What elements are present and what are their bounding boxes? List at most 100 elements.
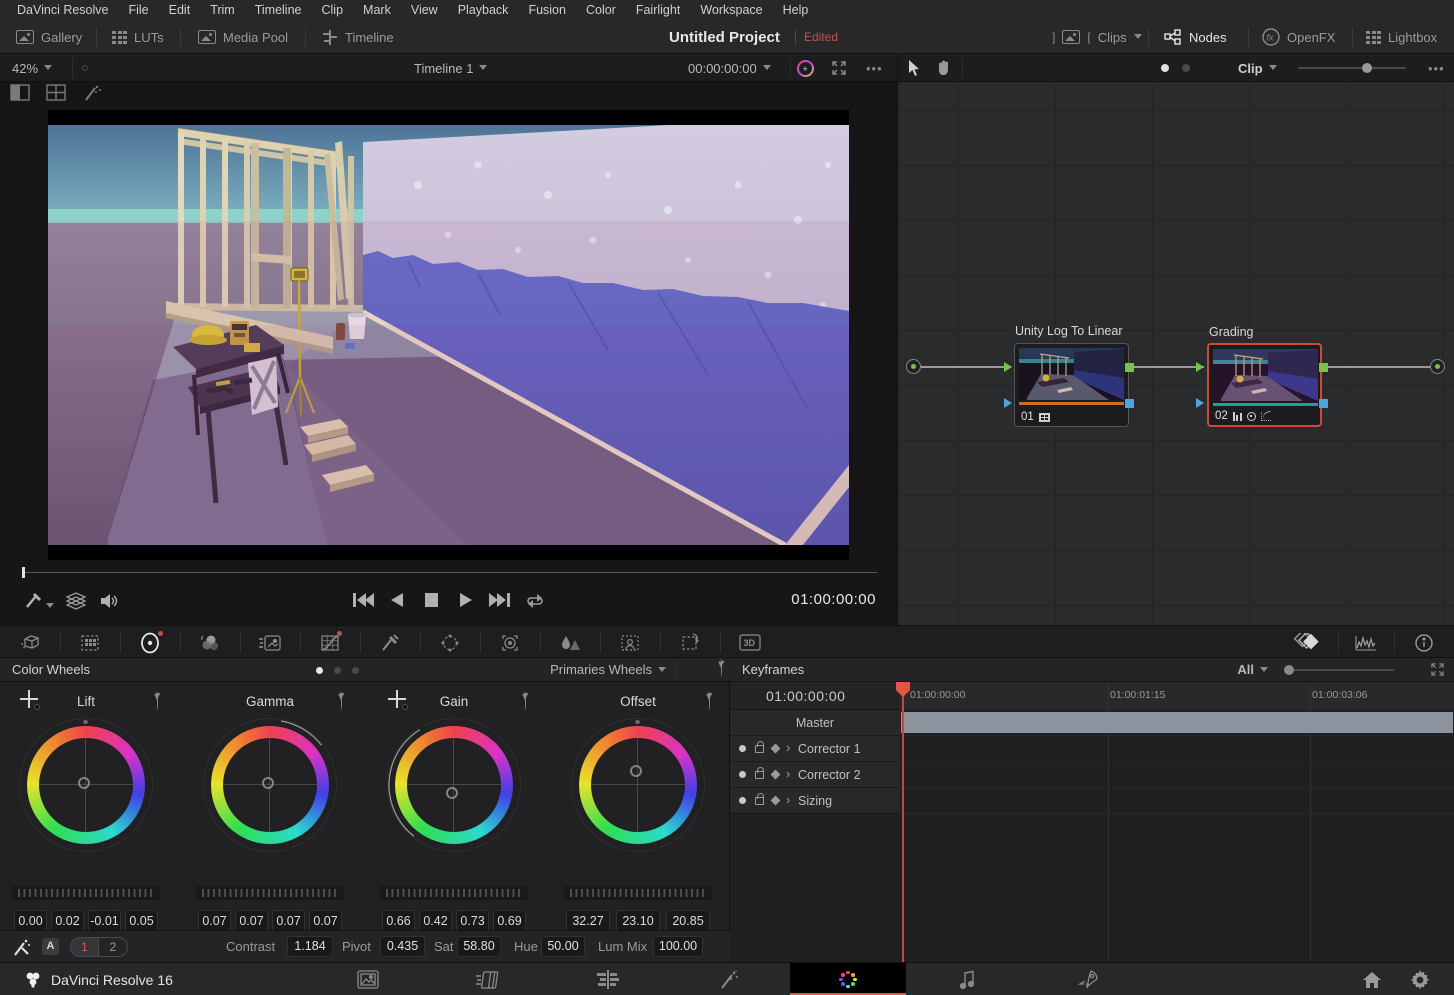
qualifier-tool[interactable] — [360, 626, 420, 659]
timeline-selector[interactable]: Timeline 1 — [414, 54, 487, 82]
keyframe-row-corrector2[interactable]: › Corrector 2 — [730, 762, 900, 788]
menu-item-mark[interactable]: Mark — [354, 3, 400, 17]
gamma-g-value[interactable]: 0.07 — [272, 910, 305, 932]
lock-icon[interactable] — [755, 797, 764, 805]
power-window-tool[interactable] — [420, 626, 480, 659]
auto-button[interactable]: A — [42, 938, 59, 955]
master-clip-bar[interactable] — [901, 712, 1453, 733]
node-02-grading[interactable]: Grading — [1207, 343, 1322, 427]
gain-b-value[interactable]: 0.69 — [493, 910, 526, 932]
page-dot-1[interactable] — [1161, 64, 1169, 72]
gallery-button[interactable]: Gallery — [16, 20, 82, 54]
node-graph-canvas[interactable]: Unity Log To Linear — [898, 82, 1454, 625]
lift-g-value[interactable]: -0.01 — [88, 910, 121, 932]
offset-master-wheel[interactable] — [564, 886, 712, 900]
page-fusion[interactable] — [670, 963, 786, 995]
keyframe-diamond-icon[interactable] — [771, 744, 781, 754]
enable-dot-icon[interactable] — [739, 771, 746, 778]
gain-wheel-puck[interactable] — [446, 787, 458, 799]
go-to-start-button[interactable] — [352, 592, 374, 613]
contrast-value[interactable]: 1.184 — [287, 936, 333, 957]
go-to-end-button[interactable] — [489, 592, 511, 613]
select-tool-icon[interactable] — [908, 59, 921, 77]
output-node[interactable] — [1430, 359, 1445, 374]
key-input-port[interactable] — [1196, 398, 1204, 408]
stop-button[interactable] — [424, 592, 439, 613]
gamma-wheel-puck[interactable] — [262, 777, 274, 789]
picker-dropdown-caret[interactable] — [46, 597, 54, 615]
rgb-input-port[interactable] — [1196, 362, 1204, 372]
color-match-tool[interactable] — [60, 626, 120, 659]
lift-b-value[interactable]: 0.05 — [125, 910, 158, 932]
key-output-port[interactable] — [1319, 399, 1328, 408]
source-input-node[interactable] — [906, 359, 921, 374]
menu-item-color[interactable]: Color — [577, 3, 625, 17]
page-fairlight[interactable] — [910, 963, 1026, 995]
blur-tool[interactable] — [540, 626, 600, 659]
keyframe-row-sizing[interactable]: › Sizing — [730, 788, 900, 814]
menu-item-clip[interactable]: Clip — [313, 3, 353, 17]
gamma-b-value[interactable]: 0.07 — [309, 910, 342, 932]
lift-reset-button[interactable] — [156, 692, 158, 710]
enable-dot-icon[interactable] — [739, 745, 746, 752]
offset-color-wheel[interactable] — [579, 726, 697, 844]
menu-item-app[interactable]: DaVinci Resolve — [8, 3, 117, 17]
offset-r-value[interactable]: 32.27 — [566, 910, 610, 932]
menu-item-playback[interactable]: Playback — [449, 3, 518, 17]
expand-chevron-icon[interactable]: › — [786, 740, 790, 755]
hue-value[interactable]: 50.00 — [541, 936, 585, 957]
luts-button[interactable]: LUTs — [112, 20, 164, 54]
lift-r-value[interactable]: 0.02 — [51, 910, 84, 932]
scopes-toggle[interactable] — [1338, 626, 1394, 659]
viewer-options-menu[interactable]: ••• — [866, 54, 883, 82]
timeline-button[interactable]: Timeline — [322, 20, 394, 54]
rgb-input-port[interactable] — [1004, 362, 1012, 372]
reset-all-button[interactable] — [720, 660, 722, 675]
sat-value[interactable]: 58.80 — [457, 936, 501, 957]
viewer-image[interactable] — [48, 110, 849, 560]
page-deliver[interactable] — [1030, 963, 1146, 995]
lum-mix-value[interactable]: 100.00 — [653, 936, 703, 957]
keyframe-diamond-icon[interactable] — [771, 796, 781, 806]
clips-button[interactable]: ] [ Clips — [1052, 20, 1142, 54]
corrector2-track[interactable] — [900, 762, 1454, 788]
menu-item-file[interactable]: File — [119, 3, 157, 17]
rgb-mixer-tool[interactable] — [180, 626, 240, 659]
motion-effects-tool[interactable] — [240, 626, 300, 659]
keyframe-row-master[interactable]: Master — [730, 710, 900, 736]
menu-item-timeline[interactable]: Timeline — [246, 3, 311, 17]
menu-item-fusion[interactable]: Fusion — [519, 3, 575, 17]
gain-g-value[interactable]: 0.73 — [456, 910, 489, 932]
menu-item-view[interactable]: View — [402, 3, 447, 17]
split-screen-icon[interactable] — [46, 84, 66, 101]
gamma-master-wheel[interactable] — [196, 886, 344, 900]
viewer-scrubber[interactable] — [0, 566, 897, 580]
keyframe-ruler[interactable]: 01:00:00:00 01:00:01:15 01:00:03:06 — [900, 682, 1454, 710]
menu-item-trim[interactable]: Trim — [201, 3, 244, 17]
expand-viewer-icon[interactable] — [832, 54, 846, 82]
play-reverse-button[interactable] — [390, 592, 404, 613]
keyframe-diamond-icon[interactable] — [771, 770, 781, 780]
magic-wand-icon[interactable] — [82, 84, 102, 102]
keyframe-playhead[interactable] — [902, 682, 904, 962]
page-cut[interactable] — [430, 963, 546, 995]
page-edit[interactable] — [550, 963, 666, 995]
viewer-timecode[interactable]: 00:00:00:00 — [688, 54, 771, 82]
offset-b-value[interactable]: 20.85 — [666, 910, 710, 932]
media-pool-button[interactable]: Media Pool — [198, 20, 288, 54]
corrector1-track[interactable] — [900, 736, 1454, 762]
color-wheels-tool[interactable] — [120, 626, 180, 659]
page-media[interactable] — [310, 963, 426, 995]
lift-master-wheel[interactable] — [12, 886, 160, 900]
rgb-output-port[interactable] — [1319, 363, 1328, 372]
wheels-mode-dropdown[interactable]: Primaries Wheels — [550, 662, 666, 677]
wheel-page-dots[interactable] — [316, 667, 359, 674]
keyframe-zoom-slider[interactable] — [1284, 669, 1394, 671]
gamma-y-value[interactable]: 0.07 — [198, 910, 231, 932]
curves-tool[interactable] — [300, 626, 360, 659]
openfx-button[interactable]: fx OpenFX — [1262, 20, 1335, 54]
image-wipe-icon[interactable] — [10, 84, 30, 101]
loop-button[interactable] — [525, 592, 545, 614]
gamma-reset-button[interactable] — [340, 692, 342, 710]
viewer-zoom-dropdown[interactable]: 42% — [12, 54, 52, 82]
